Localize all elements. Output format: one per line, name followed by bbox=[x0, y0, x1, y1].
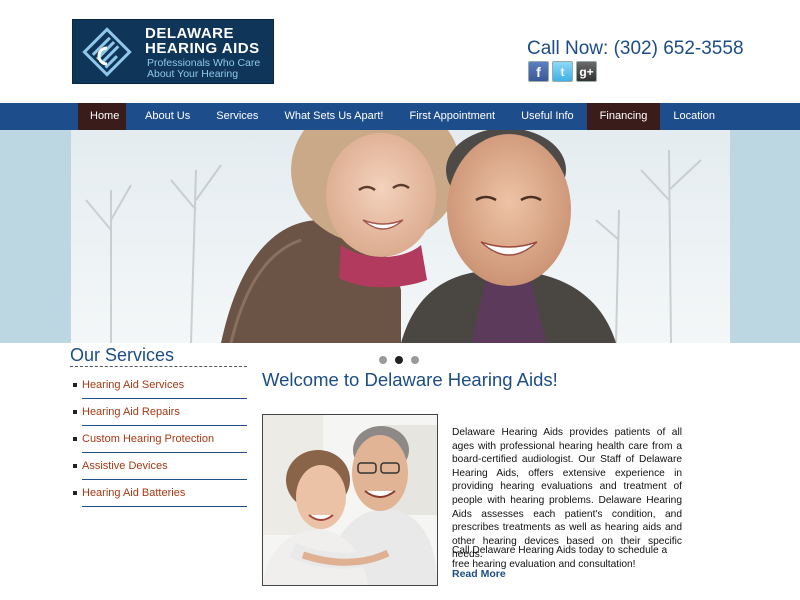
nav-what-sets-us-apart[interactable]: What Sets Us Apart! bbox=[271, 103, 396, 130]
bullet-icon bbox=[73, 437, 77, 441]
our-services-heading: Our Services bbox=[70, 345, 175, 365]
services-list: Hearing Aid Services Hearing Aid Repairs… bbox=[70, 372, 247, 507]
bullet-icon bbox=[73, 491, 77, 495]
social-links: f t g+ bbox=[528, 61, 597, 82]
service-label: Custom Hearing Protection bbox=[82, 433, 215, 445]
service-link-assistive-devices[interactable]: Assistive Devices bbox=[73, 453, 247, 480]
hearing-logo-icon bbox=[81, 26, 133, 78]
couple-photo bbox=[262, 414, 438, 586]
welcome-heading: Welcome to Delaware Hearing Aids! bbox=[262, 369, 558, 390]
bullet-icon bbox=[73, 464, 77, 468]
bullet-icon bbox=[73, 410, 77, 414]
facebook-icon[interactable]: f bbox=[528, 61, 549, 82]
nav-financing[interactable]: Financing bbox=[586, 103, 661, 130]
nav-location[interactable]: Location bbox=[660, 103, 728, 130]
service-link-hearing-aid-services[interactable]: Hearing Aid Services bbox=[73, 372, 247, 399]
logo-tagline-2: About Your Hearing bbox=[147, 68, 239, 80]
nav-services[interactable]: Services bbox=[203, 103, 271, 130]
couple-portrait-illustration bbox=[263, 415, 437, 585]
service-label: Hearing Aid Services bbox=[82, 379, 185, 391]
hero-slide-image[interactable] bbox=[71, 130, 730, 343]
read-more-link[interactable]: Read More bbox=[452, 568, 506, 580]
couple-photo-illustration bbox=[71, 130, 730, 343]
logo-line-1: DELAWARE bbox=[145, 25, 235, 42]
service-link-hearing-aid-batteries[interactable]: Hearing Aid Batteries bbox=[73, 480, 247, 507]
service-label: Hearing Aid Batteries bbox=[82, 487, 186, 499]
service-label: Hearing Aid Repairs bbox=[82, 406, 180, 418]
site-logo[interactable]: DELAWARE HEARING AIDS Professionals Who … bbox=[72, 19, 274, 84]
slider-dot-1[interactable] bbox=[379, 356, 387, 364]
google-plus-icon[interactable]: g+ bbox=[576, 61, 597, 82]
logo-line-2: HEARING AIDS bbox=[145, 40, 260, 57]
nav-home[interactable]: Home bbox=[78, 103, 126, 130]
call-now-phone[interactable]: Call Now: (302) 652-3558 bbox=[527, 38, 744, 60]
nav-about-us[interactable]: About Us bbox=[132, 103, 203, 130]
service-link-hearing-aid-repairs[interactable]: Hearing Aid Repairs bbox=[73, 399, 247, 426]
twitter-icon[interactable]: t bbox=[552, 61, 573, 82]
slider-pagination bbox=[379, 356, 419, 364]
bullet-icon bbox=[73, 383, 77, 387]
service-link-custom-hearing-protection[interactable]: Custom Hearing Protection bbox=[73, 426, 247, 453]
nav-useful-info[interactable]: Useful Info bbox=[508, 103, 587, 130]
nav-first-appointment[interactable]: First Appointment bbox=[396, 103, 508, 130]
services-divider bbox=[70, 366, 247, 367]
main-nav: Home About Us Services What Sets Us Apar… bbox=[0, 103, 800, 130]
intro-paragraph: Delaware Hearing Aids provides patients … bbox=[452, 427, 682, 561]
service-label: Assistive Devices bbox=[82, 460, 168, 472]
slider-dot-3[interactable] bbox=[411, 356, 419, 364]
slider-dot-2[interactable] bbox=[395, 356, 403, 364]
